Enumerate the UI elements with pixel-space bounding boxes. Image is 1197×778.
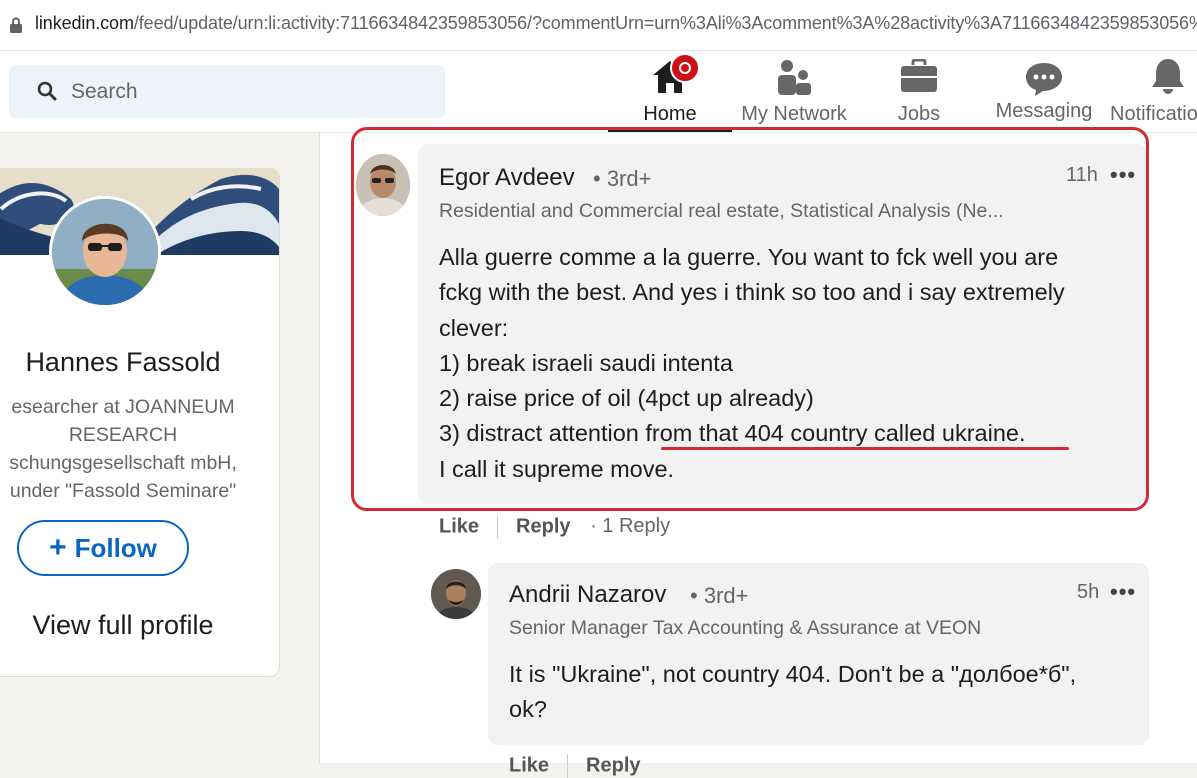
profile-headline: esearcher at JOANNEUM RESEARCH schungsge… — [1, 393, 245, 505]
nav-my-network[interactable]: My Network — [734, 51, 854, 131]
plus-icon: + — [49, 531, 67, 564]
top-navigation: Search Home My Network Jobs Messaging No… — [0, 51, 1197, 133]
reply-connection-degree: • 3rd+ — [690, 583, 749, 608]
reply-actions: Like Reply — [509, 754, 641, 778]
replier-avatar[interactable] — [431, 569, 481, 619]
reply-like-button[interactable]: Like — [509, 754, 549, 776]
reply-line: ok? — [509, 696, 547, 723]
headline-line: under "Fassold Seminare" — [9, 480, 237, 502]
divider — [567, 754, 569, 778]
reply-author[interactable]: Andrii Nazarov — [509, 581, 666, 609]
search-icon — [37, 81, 57, 101]
replies-count[interactable]: · 1 Reply — [590, 515, 670, 537]
headline-line: schungsgesellschaft mbH, — [9, 452, 237, 474]
messaging-icon — [1026, 63, 1062, 96]
reply-reply-button[interactable]: Reply — [586, 754, 640, 776]
nav-notifications-label: Notificatio — [1110, 103, 1197, 125]
reply-author-headline: Senior Manager Tax Accounting & Assuranc… — [509, 617, 982, 639]
search-placeholder: Search — [71, 80, 138, 103]
nav-my-network-label: My Network — [741, 103, 847, 125]
notification-badge — [670, 53, 700, 83]
headline-line: esearcher at JOANNEUM — [11, 396, 235, 418]
nav-messaging[interactable]: Messaging — [990, 51, 1098, 131]
network-icon — [778, 60, 811, 95]
annotation-highlight-box — [351, 127, 1149, 511]
reply-timestamp: 5h — [1077, 581, 1100, 603]
nav-notifications[interactable]: Notificatio — [1110, 51, 1197, 131]
headline-line: RESEARCH — [68, 424, 178, 446]
lock-icon — [10, 17, 22, 33]
reply-line: It is "Ukraine", not country 404. Don't … — [509, 661, 1077, 687]
divider — [497, 515, 499, 539]
like-button[interactable]: Like — [439, 515, 479, 537]
reply-text: It is "Ukraine", not country 404. Don't … — [509, 657, 1076, 728]
reply-more-options-icon[interactable]: ••• — [1110, 579, 1136, 605]
follow-button[interactable]: + Follow — [17, 520, 189, 576]
nav-home[interactable]: Home — [608, 51, 732, 132]
view-full-profile-link[interactable]: View full profile — [1, 610, 245, 641]
profile-name[interactable]: Hannes Fassold — [1, 347, 245, 378]
reply-button[interactable]: Reply — [516, 515, 570, 537]
nav-home-label: Home — [643, 103, 697, 125]
profile-avatar[interactable] — [49, 196, 161, 308]
search-input[interactable]: Search — [9, 65, 445, 118]
nav-messaging-label: Messaging — [995, 100, 1093, 122]
avatar-photo — [52, 199, 158, 305]
url-text[interactable]: linkedin.com/feed/update/urn:li:activity… — [35, 13, 1197, 34]
annotation-underline — [661, 447, 1069, 450]
url-host: linkedin.com — [35, 13, 134, 33]
replier-photo — [431, 569, 481, 619]
briefcase-icon — [901, 59, 937, 92]
bell-icon — [1152, 59, 1184, 94]
profile-card: Hannes Fassold esearcher at JOANNEUM RES… — [0, 168, 280, 677]
follow-label: Follow — [74, 533, 157, 563]
comment-actions: Like Reply · 1 Reply — [439, 515, 670, 539]
url-path: /feed/update/urn:li:activity:71166348423… — [133, 13, 1197, 33]
browser-address-bar[interactable]: linkedin.com/feed/update/urn:li:activity… — [0, 0, 1197, 51]
nav-jobs-label: Jobs — [897, 103, 941, 125]
nav-jobs[interactable]: Jobs — [889, 51, 949, 131]
